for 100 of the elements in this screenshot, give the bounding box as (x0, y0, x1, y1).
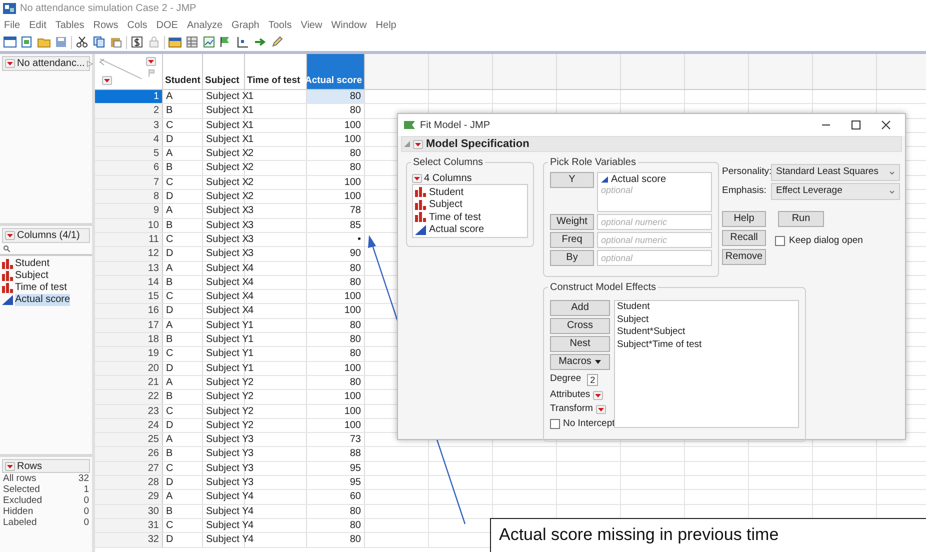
dollar-icon[interactable] (130, 35, 144, 49)
row-number[interactable]: 13 (95, 262, 163, 275)
row-number[interactable]: 5 (95, 147, 163, 160)
row-number[interactable]: 21 (95, 376, 163, 390)
effect-item[interactable]: Student*Subject (617, 326, 796, 338)
dropdown-menu-icon[interactable] (102, 76, 112, 85)
row-number[interactable]: 25 (95, 433, 163, 446)
row-number[interactable]: 31 (95, 518, 163, 532)
role-button[interactable]: Weight (550, 214, 594, 230)
row-number[interactable]: 17 (95, 318, 163, 332)
effect-item[interactable]: Subject (617, 314, 796, 326)
row-number[interactable]: 24 (95, 418, 163, 432)
personality-dropdown[interactable]: Standard Least Squares (771, 164, 900, 181)
effects-list[interactable]: Student Subject Student*Subject Subject*Time of test (614, 300, 799, 428)
degree-field[interactable]: 2 (587, 374, 598, 386)
table-icon[interactable] (3, 35, 17, 49)
menu-item[interactable]: Tools (268, 18, 292, 32)
role-item[interactable]: Actual score (611, 172, 666, 186)
row-number[interactable]: 28 (95, 476, 163, 490)
role-input[interactable]: optional (597, 250, 712, 266)
row-number[interactable]: 4 (95, 132, 163, 146)
row-number[interactable]: 23 (95, 404, 163, 418)
column-list-item[interactable]: Time of test (429, 210, 481, 225)
row-number[interactable]: 32 (95, 533, 163, 546)
effect-item[interactable]: Student (617, 301, 796, 314)
maximize-icon[interactable] (851, 120, 861, 130)
search-field[interactable] (0, 243, 92, 256)
transform-menu-icon[interactable] (596, 404, 606, 414)
menu-item[interactable]: Edit (29, 18, 46, 32)
row-number[interactable]: 30 (95, 504, 163, 518)
row-number[interactable]: 3 (95, 118, 163, 132)
column-list-item[interactable]: Subject (15, 270, 48, 282)
column-header[interactable]: Time of test (245, 54, 307, 89)
row-number[interactable]: 12 (95, 247, 163, 261)
role-input[interactable]: optional numeric (597, 232, 712, 248)
save-icon[interactable] (54, 35, 68, 49)
dropdown-menu-icon[interactable] (5, 59, 15, 68)
row-number[interactable]: 1 (95, 90, 163, 104)
checkbox[interactable] (550, 419, 560, 429)
menu-item[interactable]: Rows (93, 18, 118, 32)
menu-item[interactable]: Cols (127, 18, 148, 32)
column-list[interactable]: Student Subject Time of test Actual score (412, 184, 528, 238)
effect-button[interactable]: Add (550, 300, 610, 316)
dropdown-menu-icon[interactable] (412, 174, 422, 182)
role-input[interactable]: optional numeric (597, 214, 712, 230)
row-number[interactable]: 7 (95, 176, 163, 190)
row-number[interactable]: 20 (95, 362, 163, 375)
role-button[interactable]: By (550, 250, 594, 266)
row-number[interactable]: 6 (95, 161, 163, 175)
column-header[interactable]: Student (163, 54, 203, 89)
column-list-item[interactable]: Time of test (15, 282, 67, 294)
dropdown-menu-icon[interactable] (5, 231, 15, 240)
row-number[interactable]: 11 (95, 232, 163, 246)
rows-panel-header[interactable]: Rows (2, 459, 90, 473)
row-number[interactable]: 2 (95, 104, 163, 118)
emphasis-dropdown[interactable]: Effect Leverage (771, 183, 900, 200)
row-number[interactable]: 22 (95, 390, 163, 404)
role-button[interactable]: Y (550, 172, 594, 188)
menu-item[interactable]: Analyze (186, 18, 223, 32)
remove-button[interactable]: Remove (722, 249, 766, 265)
row-number[interactable]: 19 (95, 347, 163, 361)
columns-panel-header[interactable]: Columns (4/1) (2, 228, 90, 243)
recall-button[interactable]: Recall (722, 230, 766, 246)
column-list-item[interactable]: Subject (429, 197, 462, 212)
menu-item[interactable]: Window (331, 18, 367, 32)
menu-item[interactable]: Tables (55, 18, 84, 32)
row-number[interactable]: 16 (95, 304, 163, 318)
copy-icon[interactable] (92, 35, 106, 49)
row-number[interactable]: 9 (95, 204, 163, 218)
run-button[interactable]: Run (778, 211, 824, 227)
dropdown-menu-icon[interactable] (146, 57, 156, 66)
chart-icon[interactable] (236, 35, 250, 49)
column-list-item[interactable]: Student (15, 258, 50, 270)
effect-item[interactable]: Subject*Time of test (617, 338, 796, 351)
row-number[interactable]: 8 (95, 190, 163, 204)
menu-item[interactable]: Help (376, 18, 396, 32)
column-list-item[interactable]: Actual score (15, 294, 70, 306)
row-number[interactable]: 10 (95, 218, 163, 232)
close-icon[interactable] (881, 120, 891, 130)
chart-icon[interactable] (202, 35, 216, 49)
expand-icon[interactable]: ▷ (86, 58, 93, 70)
dropdown-menu-icon[interactable] (5, 462, 15, 470)
help-button[interactable]: Help (722, 211, 766, 227)
menu-item[interactable]: File (4, 18, 20, 32)
row-number[interactable]: 18 (95, 333, 163, 346)
clipboard-icon[interactable] (109, 35, 123, 49)
macros-button[interactable]: Macros (550, 354, 610, 370)
menu-item[interactable]: View (300, 18, 322, 32)
column-header[interactable]: Subject (203, 54, 245, 89)
row-number[interactable]: 29 (95, 490, 163, 504)
role-button[interactable]: Freq (550, 232, 594, 248)
document-icon[interactable] (20, 35, 34, 49)
column-list-item[interactable]: Student (429, 184, 464, 200)
role-list-box[interactable]: Actual score optional (597, 172, 712, 212)
scissors-icon[interactable] (75, 35, 89, 49)
row-number[interactable]: 26 (95, 447, 163, 461)
pencil-icon[interactable] (270, 35, 284, 49)
effect-button[interactable]: Nest (550, 336, 610, 352)
dropdown-menu-icon[interactable] (413, 140, 423, 148)
grid-icon[interactable] (185, 35, 199, 49)
